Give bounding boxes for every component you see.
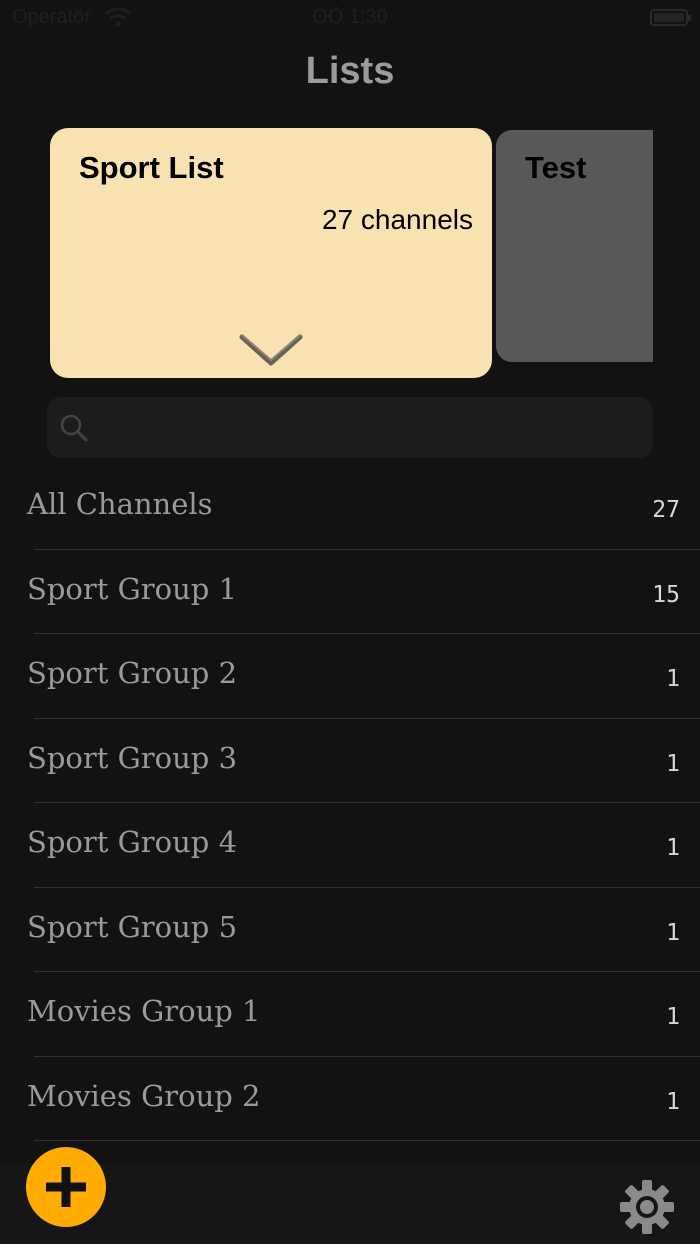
group-name: Sport Group 2 [27,656,238,690]
search-input[interactable] [97,407,641,449]
status-bar: Operatör ÖÖ 1:30 [0,0,700,36]
chevron-down-icon[interactable] [238,331,304,369]
group-list: All Channels 27 Sport Group 1 15 Sport G… [0,465,700,1141]
group-name: Sport Group 5 [27,909,238,944]
group-name: Movies Group 2 [27,1078,261,1113]
list-item[interactable]: Movies Group 1 1 [0,972,700,1057]
list-item[interactable]: Sport Group 3 1 [0,719,700,803]
group-name: Sport Group 1 [27,571,238,606]
group-count: 1 [666,835,680,861]
list-item[interactable]: Sport Group 4 1 [0,803,700,888]
list-item[interactable]: All Channels 27 [0,465,700,550]
group-name: Movies Group 1 [27,994,261,1028]
card-channel-count: 27 channels [321,204,473,235]
page-title: Lists [305,50,395,92]
group-count: 1 [666,1004,680,1030]
list-item[interactable]: Movies Group 2 1 [0,1057,700,1141]
list-item[interactable]: Sport Group 1 15 [0,550,700,634]
group-count: 1 [666,666,680,692]
group-count: 27 [652,497,680,523]
plus-icon [46,1167,86,1207]
group-name: Sport Group 4 [27,825,238,859]
card-title: Test [525,150,587,185]
search-bar[interactable] [47,397,653,458]
add-list-button[interactable] [26,1147,106,1227]
battery-icon [650,9,691,26]
list-card-test[interactable]: Test [496,130,653,362]
group-count: 1 [666,1088,680,1115]
group-name: Sport Group 3 [27,740,238,775]
list-item[interactable]: Sport Group 5 1 [0,888,700,972]
group-name: All Channels [27,487,213,521]
separator [34,1140,700,1141]
search-icon [60,414,88,442]
status-time: ÖÖ 1:30 [312,6,388,28]
group-count: 1 [666,919,680,946]
gear-icon[interactable] [618,1178,676,1236]
group-count: 1 [666,750,680,777]
card-title: Sport List [79,150,224,185]
group-count: 15 [652,581,680,608]
list-card-sport[interactable]: Sport List 27 channels [50,128,492,378]
list-item[interactable]: Sport Group 2 1 [0,634,700,719]
list-card-carousel[interactable]: Sport List 27 channels Test [0,128,653,380]
